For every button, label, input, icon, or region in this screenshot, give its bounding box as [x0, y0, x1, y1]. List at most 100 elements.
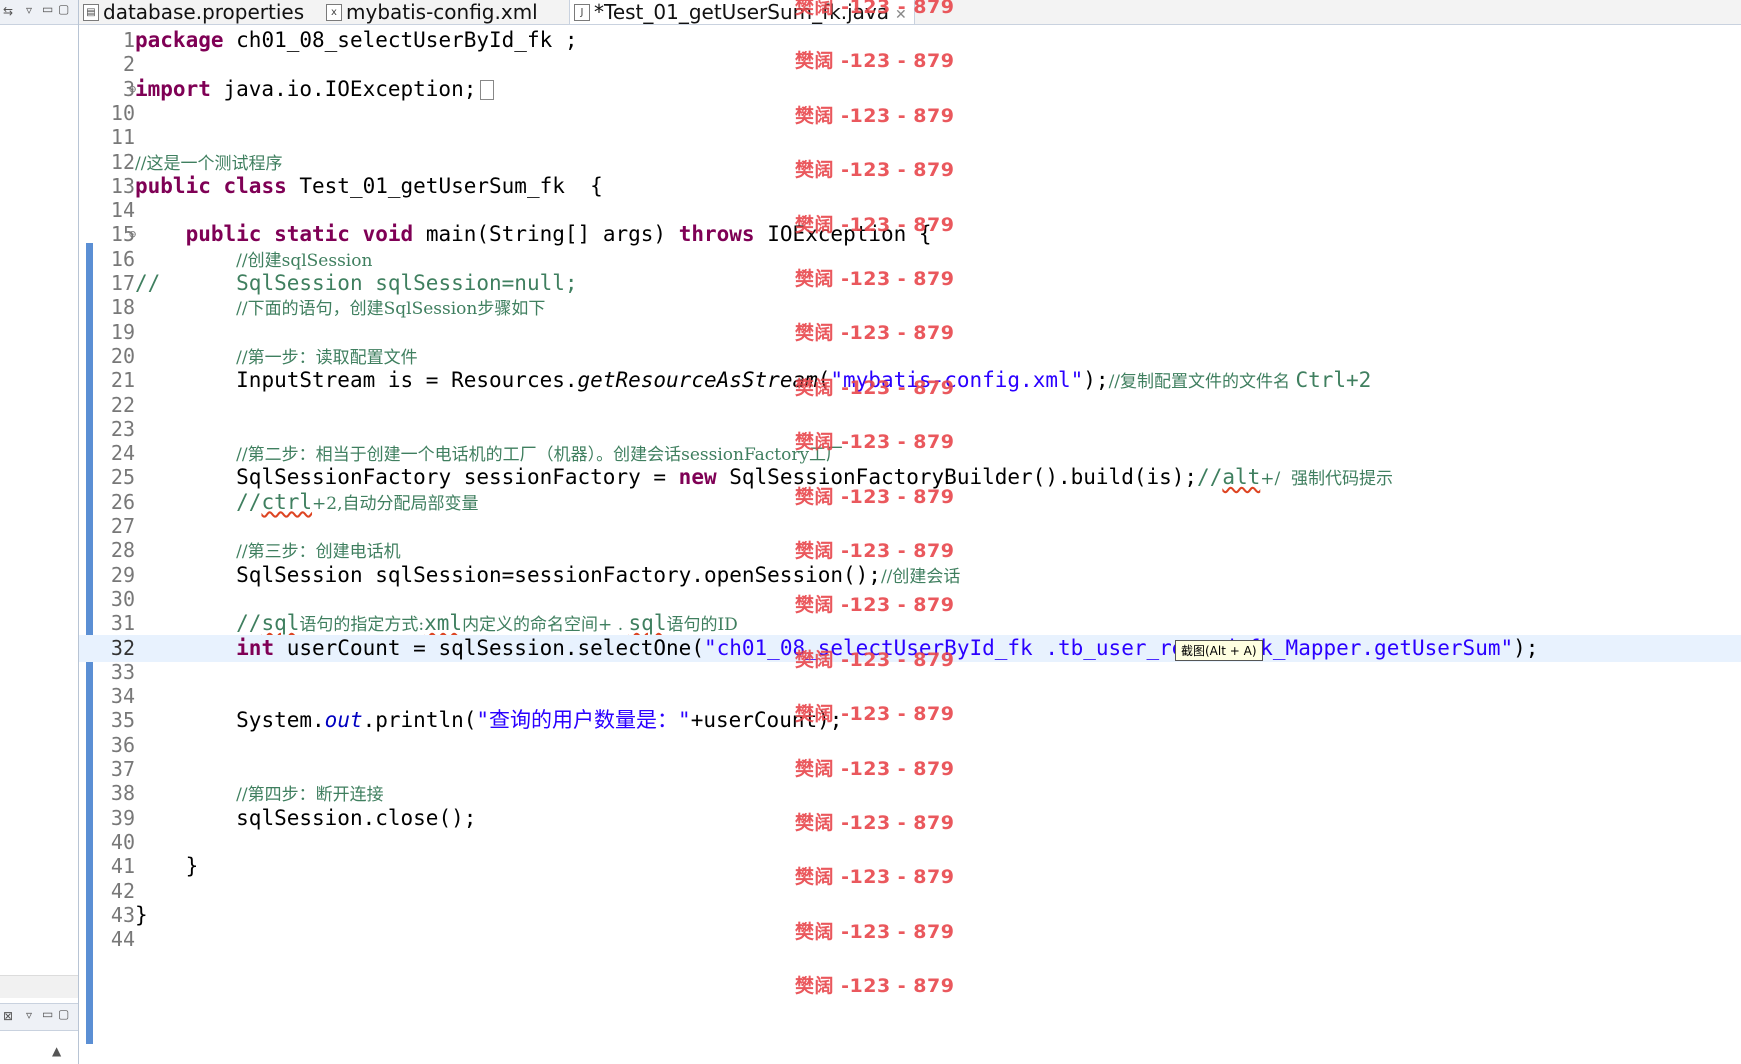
watermark-text: 樊阔 -123 - 879 — [795, 376, 955, 399]
code-text: System. — [236, 708, 325, 733]
expand-fold-icon[interactable]: ⊕ — [129, 76, 136, 103]
code-text: ch01_08_selectUserById_fk ; — [223, 28, 578, 52]
comment: // — [236, 611, 262, 636]
view-menu-icon[interactable]: ▿ — [26, 3, 32, 17]
keyword: class — [223, 173, 287, 198]
line-number: 2 — [122, 52, 135, 77]
collapse-fold-icon[interactable]: ⊖ — [129, 221, 136, 248]
comment: //第三步：创建电话机 — [236, 542, 401, 563]
minimize-icon[interactable]: ▭ — [42, 2, 53, 16]
line-number: 34 — [110, 684, 135, 709]
watermark-text: 樊阔 -123 - 879 — [795, 268, 955, 290]
comment: +/ 强制代码提示 — [1260, 469, 1394, 490]
line-number: 29 — [110, 562, 135, 587]
line-number: 35 — [110, 708, 135, 733]
code-line[interactable]: 29 SqlSession sqlSession=sessionFactory.… — [79, 562, 1741, 589]
keyword: public — [135, 173, 211, 198]
code-text: SqlSession sqlSession=sessionFactory.ope… — [236, 562, 881, 587]
tab-mybatis-config[interactable]: x mybatis-config.xml — [322, 0, 576, 24]
comment: //复制配置文件的文件名 — [1108, 372, 1296, 393]
keyword: package — [135, 28, 224, 52]
line-code: package ch01_08_selectUserById_fk ; — [135, 27, 578, 54]
collapsed-imports-icon[interactable] — [480, 79, 495, 100]
keyword: public — [185, 222, 262, 247]
watermark-text: 樊阔 -123 - 879 — [795, 812, 955, 834]
line-number: 13 — [110, 173, 135, 198]
properties-file-icon: ▤ — [83, 4, 99, 21]
code-text: sqlSession.close(); — [236, 805, 477, 830]
line-number: 43 — [110, 902, 135, 927]
watermark-text: 樊阔 -123 - 879 — [795, 50, 955, 73]
code-line[interactable]: 3 import java.io.IOException; ⊕ — [79, 76, 1741, 103]
comment: 内定义的命名空间+ . — [462, 615, 629, 636]
tab-label: database.properties — [103, 0, 305, 24]
line-number: 24 — [110, 441, 135, 466]
comment: xml — [424, 611, 463, 636]
maximize-icon-2[interactable]: ▢ — [58, 1007, 69, 1021]
comment: 语句的指定方式: — [299, 615, 425, 636]
line-number: 12 — [110, 149, 135, 174]
line-code: public class Test_01_getUserSum_fk { — [135, 173, 603, 200]
code-line[interactable]: 11 — [79, 124, 1741, 151]
horizontal-scrollbar[interactable] — [0, 975, 78, 998]
line-number: 42 — [110, 878, 135, 903]
line-code: } — [135, 902, 148, 929]
line-number: 21 — [110, 368, 135, 393]
watermark-text: 樊阔 -123 - 879 — [795, 159, 955, 182]
maximize-icon[interactable]: ▢ — [58, 2, 69, 16]
line-number: 23 — [110, 416, 135, 441]
scroll-up-arrow-icon[interactable]: ▲ — [52, 1044, 61, 1058]
code-text: ); — [1083, 368, 1109, 393]
code-text: .println( — [362, 708, 477, 733]
comment: //这是一个测试程序 — [135, 153, 283, 174]
code-line[interactable]: 20 //第一步：读取配置文件 — [79, 343, 1741, 370]
watermark-text: 樊阔 -123 - 879 — [795, 485, 955, 508]
comment: //第一步：读取配置文件 — [236, 347, 418, 368]
code-text: java.io.IOException; — [210, 76, 477, 101]
comment: sql — [628, 611, 667, 636]
code-text: SqlSessionFactoryBuilder().build(is); — [716, 465, 1198, 490]
screenshot-tooltip: 截图(Alt + A) — [1175, 640, 1263, 661]
line-number: 31 — [110, 611, 135, 636]
watermark-text: 樊阔 -123 - 879 — [795, 920, 955, 943]
comment: // — [135, 271, 161, 295]
code-text: } — [135, 902, 148, 927]
minimize-icon-2[interactable]: ▭ — [42, 1007, 53, 1021]
watermark-text: 樊阔 -123 - 879 — [795, 594, 955, 617]
view-menu-icon-2[interactable]: ▿ — [26, 1008, 32, 1022]
line-code: // SqlSession sqlSession=null; — [135, 270, 578, 297]
code-text: } — [185, 854, 199, 879]
code-line[interactable]: 38 //第四步：断开连接 — [79, 780, 1741, 807]
code-text: SqlSessionFactory sessionFactory = — [236, 465, 679, 490]
watermark-text: 樊阔 -123 - 879 — [795, 322, 955, 345]
watermark-text: 樊阔 -123 - 879 — [795, 866, 955, 889]
method-name: getResourceAsStream — [577, 368, 818, 393]
sync-icon[interactable]: ⇆ — [3, 4, 13, 18]
line-code: sqlSession.close(); — [135, 805, 476, 832]
code-text: Test_01_getUserSum_fk { — [286, 173, 603, 198]
watermark-text: 樊阔 -123 - 879 — [795, 0, 955, 18]
comment: //下面的语句，创建SqlSession步骤如下 — [236, 299, 546, 320]
code-text: userCount = sqlSession.selectOne( — [274, 635, 704, 660]
line-number: 28 — [110, 538, 135, 563]
line-number: 26 — [110, 489, 135, 514]
comment: sql — [261, 611, 300, 636]
java-file-icon: J — [574, 4, 590, 21]
line-number: 33 — [110, 659, 135, 684]
package-explorer-toolbar: ⇆ ▿ ▭ ▢ — [0, 0, 78, 25]
tab-database-properties[interactable]: ▤ database.properties — [79, 0, 335, 24]
line-number: 25 — [110, 465, 135, 490]
code-line[interactable]: 18 //下面的语句，创建SqlSession步骤如下 — [79, 294, 1741, 321]
line-number: 27 — [110, 514, 135, 538]
outline-icon[interactable]: ⊠ — [3, 1009, 13, 1023]
line-number: 22 — [110, 392, 135, 417]
